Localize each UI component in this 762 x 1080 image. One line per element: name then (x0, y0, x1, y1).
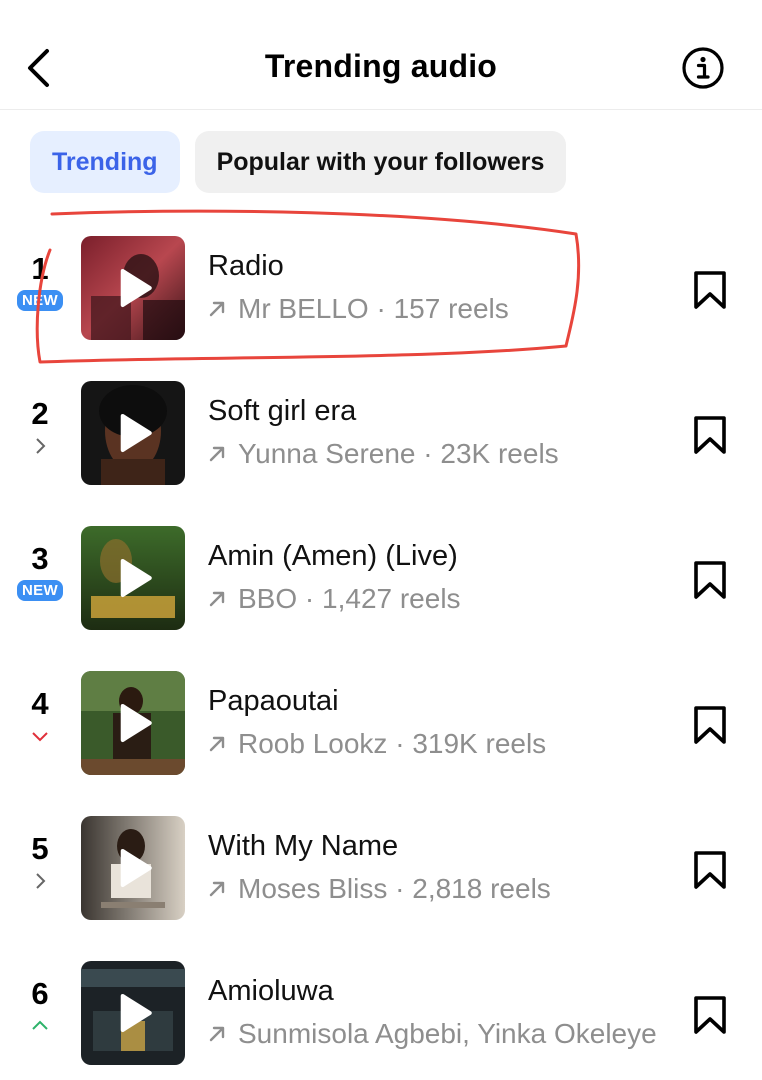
play-icon (120, 559, 152, 597)
list-item[interactable]: 2 Soft girl era Yunna Serene · 23K reels (0, 365, 762, 510)
play-icon (120, 414, 152, 452)
artist-reels: Mr BELLO · 157 reels (238, 293, 509, 324)
track-info: Radio Mr BELLO · 157 reels (208, 248, 668, 326)
artist-reels: BBO · 1,427 reels (238, 583, 461, 614)
artist-reels: Sunmisola Agbebi, Yinka Okeleye (238, 1018, 657, 1049)
trending-arrow-icon (209, 446, 225, 462)
artist-reels: Yunna Serene · 23K reels (238, 438, 559, 469)
list-item[interactable]: 4 Papaoutai Roob Lookz · 319K reels (0, 655, 762, 800)
bookmark-icon (694, 851, 726, 889)
list-item[interactable]: 5 With My Name Moses Bliss · 2,818 reels (0, 800, 762, 945)
page-title: Trending audio (264, 48, 498, 84)
track-title: Papaoutai (208, 685, 339, 717)
album-art[interactable] (81, 961, 185, 1065)
new-badge: NEW (17, 290, 63, 311)
track-info: With My Name Moses Bliss · 2,818 reels (208, 828, 668, 906)
rank-number: 3 (31, 541, 49, 576)
album-art[interactable] (81, 671, 185, 775)
trending-arrow-icon (209, 1026, 225, 1042)
tab-trending[interactable]: Trending (30, 131, 180, 193)
play-icon (120, 704, 152, 742)
tab-popular-with-followers[interactable]: Popular with your followers (194, 131, 567, 193)
trending-arrow-icon (209, 591, 225, 607)
info-icon (682, 47, 724, 89)
bookmark-icon (694, 706, 726, 744)
album-art[interactable] (81, 816, 185, 920)
rank-number: 5 (31, 831, 49, 866)
save-button[interactable] (690, 413, 730, 457)
rank-number: 6 (31, 976, 49, 1011)
track-meta: Roob Lookz · 319K reels (208, 727, 668, 761)
bookmark-icon (694, 271, 726, 309)
album-art[interactable] (81, 236, 185, 340)
track-meta: Mr BELLO · 157 reels (208, 292, 668, 326)
save-button[interactable] (690, 703, 730, 747)
trending-arrow-icon (209, 736, 225, 752)
track-info: Amioluwa Sunmisola Agbebi, Yinka Okeleye (208, 973, 668, 1051)
track-meta: Sunmisola Agbebi, Yinka Okeleye (208, 1017, 668, 1051)
album-art[interactable] (81, 381, 185, 485)
save-button[interactable] (690, 558, 730, 602)
trending-arrow-icon (209, 301, 225, 317)
bookmark-icon (694, 416, 726, 454)
bookmark-icon (694, 561, 726, 599)
header-bar: Trending audio (0, 0, 762, 110)
rank-number: 2 (31, 396, 49, 431)
track-info: Papaoutai Roob Lookz · 319K reels (208, 683, 668, 761)
trending-arrow-icon (209, 881, 225, 897)
track-meta: BBO · 1,427 reels (208, 582, 668, 616)
list-item[interactable]: 6 Amioluwa Sunmisola Agbebi, Yinka Okele… (0, 945, 762, 1080)
play-icon (120, 849, 152, 887)
new-badge: NEW (17, 580, 63, 601)
save-button[interactable] (690, 993, 730, 1037)
list-item[interactable]: 1 NEW Radio Mr BELLO · 157 reels (0, 220, 762, 365)
artist-reels: Moses Bliss · 2,818 reels (238, 873, 551, 904)
track-title: With My Name (208, 830, 399, 862)
track-title: Radio (208, 250, 284, 282)
list-item[interactable]: 3 NEW Amin (Amen) (Live) BBO · 1,427 ree… (0, 510, 762, 655)
artist-reels: Roob Lookz · 319K reels (238, 728, 547, 759)
rank-number: 1 (31, 251, 49, 286)
rank-indicator: 3 NEW (0, 540, 80, 601)
play-icon (120, 269, 152, 307)
save-button[interactable] (690, 848, 730, 892)
rank-indicator: 5 (0, 830, 80, 890)
rank-indicator: 2 (0, 395, 80, 455)
chevron-down-icon (32, 732, 48, 742)
info-button[interactable] (681, 46, 725, 90)
track-title: Amin (Amen) (Live) (208, 540, 458, 572)
track-info: Amin (Amen) (Live) BBO · 1,427 reels (208, 538, 668, 616)
rank-number: 4 (31, 686, 49, 721)
chevron-right-icon (36, 438, 46, 454)
album-art[interactable] (81, 526, 185, 630)
rank-indicator: 1 NEW (0, 250, 80, 311)
tab-bar: Trending Popular with your followers (30, 131, 567, 193)
save-button[interactable] (690, 268, 730, 312)
track-meta: Moses Bliss · 2,818 reels (208, 872, 668, 906)
rank-indicator: 4 (0, 685, 80, 745)
track-title: Amioluwa (208, 975, 334, 1007)
rank-indicator: 6 (0, 975, 80, 1035)
bookmark-icon (694, 996, 726, 1034)
chevron-right-icon (36, 873, 46, 889)
play-icon (120, 994, 152, 1032)
track-info: Soft girl era Yunna Serene · 23K reels (208, 393, 668, 471)
track-title: Soft girl era (208, 395, 357, 427)
track-meta: Yunna Serene · 23K reels (208, 437, 668, 471)
chevron-up-icon (32, 1020, 48, 1030)
